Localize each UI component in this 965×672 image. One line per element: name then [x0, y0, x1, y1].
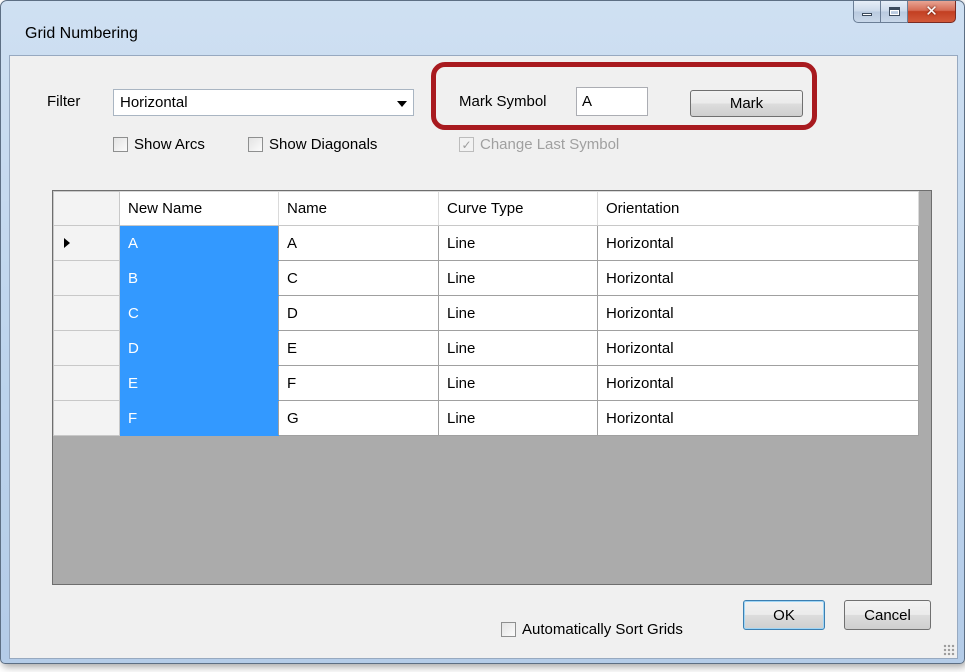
close-icon: ✕	[925, 3, 938, 20]
curve-type-cell[interactable]: Line	[438, 330, 598, 366]
show-arcs-option[interactable]: Show Arcs	[113, 136, 205, 153]
show-arcs-label: Show Arcs	[134, 136, 205, 153]
grid-header-row: New Name Name Curve Type Orientation	[53, 191, 919, 226]
auto-sort-checkbox[interactable]	[501, 622, 516, 637]
curve-type-cell[interactable]: Line	[438, 365, 598, 401]
name-cell[interactable]: G	[278, 400, 439, 436]
table-row[interactable]: C D Line Horizontal	[53, 295, 919, 331]
new-name-cell[interactable]: A	[119, 225, 279, 261]
caption-buttons: ✕	[853, 1, 956, 23]
column-header-name[interactable]: Name	[278, 191, 439, 226]
show-arcs-checkbox[interactable]	[113, 137, 128, 152]
change-last-symbol-label: Change Last Symbol	[480, 136, 620, 153]
table-row[interactable]: F G Line Horizontal	[53, 400, 919, 436]
auto-sort-option[interactable]: Automatically Sort Grids	[501, 621, 683, 638]
dialog-client-area: Filter Horizontal Show Arcs Show Diagona…	[9, 55, 958, 659]
curve-type-cell[interactable]: Line	[438, 260, 598, 296]
minimize-icon	[862, 13, 872, 16]
name-cell[interactable]: C	[278, 260, 439, 296]
name-cell[interactable]: F	[278, 365, 439, 401]
name-cell[interactable]: E	[278, 330, 439, 366]
table-row[interactable]: D E Line Horizontal	[53, 330, 919, 366]
auto-sort-label: Automatically Sort Grids	[522, 621, 683, 638]
new-name-cell[interactable]: D	[119, 330, 279, 366]
table-row[interactable]: A A Line Horizontal	[53, 225, 919, 261]
dropdown-arrow-icon	[397, 101, 407, 107]
name-cell[interactable]: D	[278, 295, 439, 331]
table-row[interactable]: B C Line Horizontal	[53, 260, 919, 296]
filter-selected-value: Horizontal	[120, 94, 188, 111]
window-title: Grid Numbering	[25, 25, 138, 42]
column-header-orientation[interactable]: Orientation	[597, 191, 919, 226]
ok-button[interactable]: OK	[743, 600, 825, 630]
corner-header-cell	[53, 191, 120, 226]
show-diagonals-checkbox[interactable]	[248, 137, 263, 152]
orientation-cell[interactable]: Horizontal	[597, 260, 919, 296]
show-diagonals-option[interactable]: Show Diagonals	[248, 136, 377, 153]
filter-label: Filter	[47, 93, 81, 110]
orientation-cell[interactable]: Horizontal	[597, 295, 919, 331]
row-header-cell[interactable]	[53, 330, 120, 366]
minimize-button[interactable]	[853, 1, 881, 23]
new-name-cell[interactable]: C	[119, 295, 279, 331]
row-header-cell[interactable]	[53, 400, 120, 436]
row-header-cell[interactable]	[53, 365, 120, 401]
grid-table[interactable]: New Name Name Curve Type Orientation AAL…	[52, 190, 932, 585]
curve-type-cell[interactable]: Line	[438, 225, 598, 261]
maximize-button[interactable]	[881, 1, 908, 23]
mark-symbol-input[interactable]	[576, 87, 648, 116]
new-name-cell[interactable]: B	[119, 260, 279, 296]
resize-grip-icon[interactable]	[943, 644, 955, 656]
maximize-icon	[888, 7, 900, 16]
curve-type-cell[interactable]: Line	[438, 400, 598, 436]
mark-button[interactable]: Mark	[690, 90, 803, 117]
row-header-cell[interactable]	[53, 225, 120, 261]
column-header-new-name[interactable]: New Name	[119, 191, 279, 226]
row-header-cell[interactable]	[53, 295, 120, 331]
orientation-cell[interactable]: Horizontal	[597, 330, 919, 366]
cancel-button[interactable]: Cancel	[844, 600, 931, 630]
current-row-arrow-icon	[64, 237, 70, 248]
mark-symbol-label: Mark Symbol	[459, 93, 547, 110]
dialog-window: Grid Numbering ✕ Filter Horizontal Show …	[0, 0, 965, 664]
change-last-symbol-checkbox: ✓	[459, 137, 474, 152]
orientation-cell[interactable]: Horizontal	[597, 400, 919, 436]
orientation-cell[interactable]: Horizontal	[597, 225, 919, 261]
table-row[interactable]: E F Line Horizontal	[53, 365, 919, 401]
orientation-cell[interactable]: Horizontal	[597, 365, 919, 401]
change-last-symbol-option: ✓ Change Last Symbol	[459, 136, 619, 153]
name-cell[interactable]: A	[278, 225, 439, 261]
show-diagonals-label: Show Diagonals	[269, 136, 378, 153]
close-button[interactable]: ✕	[908, 1, 956, 23]
new-name-cell[interactable]: F	[119, 400, 279, 436]
row-header-cell[interactable]	[53, 260, 120, 296]
new-name-cell[interactable]: E	[119, 365, 279, 401]
column-header-curve-type[interactable]: Curve Type	[438, 191, 598, 226]
filter-dropdown[interactable]: Horizontal	[113, 89, 414, 116]
curve-type-cell[interactable]: Line	[438, 295, 598, 331]
